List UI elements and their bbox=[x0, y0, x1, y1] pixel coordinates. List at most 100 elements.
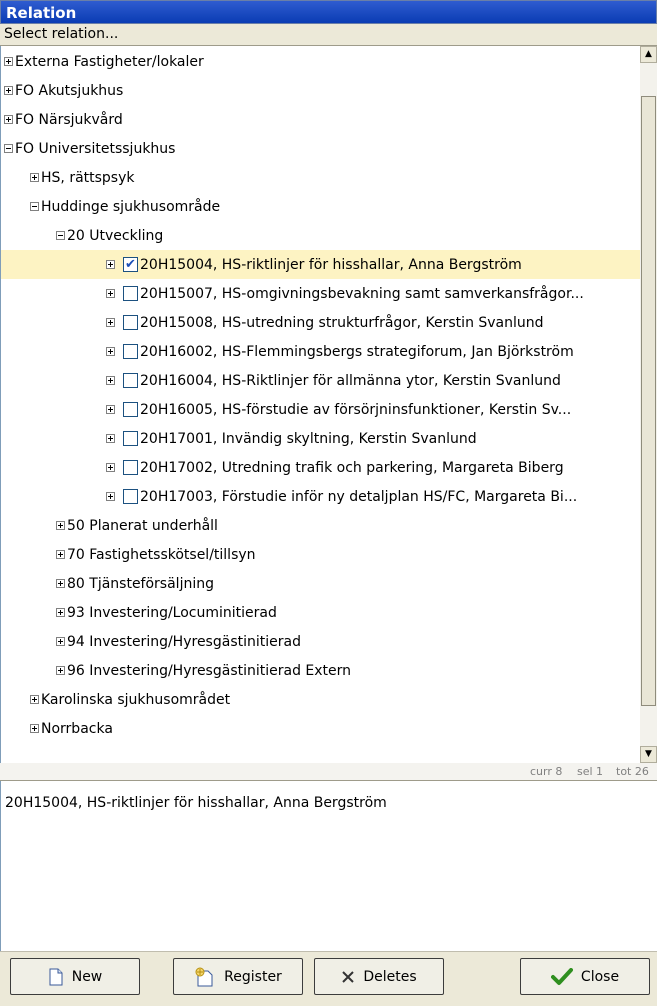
collapse-minus-icon[interactable] bbox=[30, 202, 39, 211]
tree-row[interactable]: 70 Fastighetsskötsel/tillsyn bbox=[1, 540, 657, 569]
tree-row[interactable]: 94 Investering/Hyresgästinitierad bbox=[1, 627, 657, 656]
expand-plus-icon[interactable] bbox=[56, 637, 65, 646]
document-icon bbox=[49, 968, 63, 985]
expand-plus-icon[interactable] bbox=[106, 376, 115, 385]
close-button-label: Close bbox=[580, 968, 620, 985]
expand-plus-icon[interactable] bbox=[106, 289, 115, 298]
register-button[interactable]: Register bbox=[173, 958, 303, 995]
tree-row[interactable]: HS, rättspsyk bbox=[1, 163, 657, 192]
tree-row-label: FO Akutsjukhus bbox=[15, 82, 124, 99]
tree-row[interactable]: Karolinska sjukhusområdet bbox=[1, 685, 657, 714]
expand-plus-icon[interactable] bbox=[4, 57, 13, 66]
expand-plus-icon[interactable] bbox=[106, 260, 115, 269]
select-relation-prompt: Select relation... bbox=[0, 24, 657, 46]
tree-row[interactable]: 50 Planerat underhåll bbox=[1, 511, 657, 540]
tree-row-label: FO Universitetssjukhus bbox=[15, 140, 176, 157]
tree-row[interactable]: 20H17001, Invändig skyltning, Kerstin Sv… bbox=[1, 424, 657, 453]
expand-plus-icon[interactable] bbox=[4, 115, 13, 124]
expand-plus-icon[interactable] bbox=[56, 521, 65, 530]
tree-row[interactable]: FO Universitetssjukhus bbox=[1, 134, 644, 163]
tree-row-label: 50 Planerat underhåll bbox=[67, 517, 218, 534]
expand-plus-icon[interactable] bbox=[106, 434, 115, 443]
checkbox-unchecked[interactable] bbox=[123, 431, 138, 446]
new-button-label: New bbox=[71, 968, 103, 985]
tree-row-label: 20H15007, HS-omgivningsbevakning samt sa… bbox=[140, 285, 584, 302]
tree-row[interactable]: FO Närsjukvård bbox=[1, 105, 644, 134]
tree-row[interactable]: 20H16005, HS-förstudie av försörjninsfun… bbox=[1, 395, 657, 424]
tree-row-label: 20H17003, Förstudie inför ny detaljplan … bbox=[140, 488, 578, 505]
tree-row[interactable]: Externa Fastigheter/lokaler bbox=[1, 47, 644, 76]
tree-row[interactable]: 20H17002, Utredning trafik och parkering… bbox=[1, 453, 657, 482]
status-curr: curr 8 bbox=[530, 765, 563, 778]
scrollbar-thumb[interactable] bbox=[641, 96, 656, 706]
tree-row-label: Norrbacka bbox=[41, 720, 113, 737]
relation-description: 20H15004, HS-riktlinjer för hisshallar, … bbox=[0, 781, 657, 951]
status-sel: sel 1 bbox=[577, 765, 604, 778]
expand-plus-icon[interactable] bbox=[30, 695, 39, 704]
expand-plus-icon[interactable] bbox=[106, 318, 115, 327]
tree-row-label: 20H17002, Utredning trafik och parkering… bbox=[140, 459, 564, 476]
tree-row[interactable]: 20 Utveckling bbox=[1, 221, 657, 250]
tree-row-label: 96 Investering/Hyresgästinitierad Extern bbox=[67, 662, 352, 679]
expand-plus-icon[interactable] bbox=[56, 579, 65, 588]
checkbox-checked[interactable]: ✔ bbox=[123, 257, 138, 272]
expand-plus-icon[interactable] bbox=[106, 405, 115, 414]
tree-row-label: 70 Fastighetsskötsel/tillsyn bbox=[67, 546, 256, 563]
checkbox-unchecked[interactable] bbox=[123, 315, 138, 330]
register-button-label: Register bbox=[224, 968, 282, 985]
expand-plus-icon[interactable] bbox=[106, 347, 115, 356]
checkbox-unchecked[interactable] bbox=[123, 402, 138, 417]
collapse-minus-icon[interactable] bbox=[56, 231, 65, 240]
tree-row[interactable]: 20H16004, HS-Riktlinjer för allmänna yto… bbox=[1, 366, 657, 395]
tree-row-label: FO Närsjukvård bbox=[15, 111, 123, 128]
checkbox-unchecked[interactable] bbox=[123, 286, 138, 301]
collapse-minus-icon[interactable] bbox=[4, 144, 13, 153]
status-tot: tot 26 bbox=[616, 765, 649, 778]
checkmark-icon bbox=[550, 967, 573, 985]
expand-plus-icon[interactable] bbox=[106, 492, 115, 501]
tree-status-bar: curr 8 sel 1 tot 26 bbox=[0, 763, 657, 781]
tree-vertical-scrollbar[interactable]: ▲ ▼ bbox=[640, 46, 657, 763]
tree-row-label: 94 Investering/Hyresgästinitierad bbox=[67, 633, 301, 650]
close-button[interactable]: Close bbox=[520, 958, 650, 995]
tree-row[interactable]: ✔ 20H15004, HS-riktlinjer för hisshallar,… bbox=[1, 250, 657, 279]
expand-plus-icon[interactable] bbox=[4, 86, 13, 95]
scroll-down-arrow-icon[interactable]: ▼ bbox=[640, 746, 657, 763]
expand-plus-icon[interactable] bbox=[106, 463, 115, 472]
scroll-up-arrow-icon[interactable]: ▲ bbox=[640, 46, 657, 63]
tree-row-label: Karolinska sjukhusområdet bbox=[41, 691, 231, 708]
tree-row[interactable]: 96 Investering/Hyresgästinitierad Extern bbox=[1, 656, 657, 685]
tree-row[interactable]: Huddinge sjukhusområde bbox=[1, 192, 657, 221]
expand-plus-icon[interactable] bbox=[30, 724, 39, 733]
tree-row-label: 20H15008, HS-utredning strukturfrågor, K… bbox=[140, 314, 544, 331]
deletes-button-label: Deletes bbox=[363, 968, 417, 985]
tree-row[interactable]: FO Akutsjukhus bbox=[1, 76, 644, 105]
relation-tree[interactable]: Externa Fastigheter/lokaler FO Akutsjukhu… bbox=[0, 46, 657, 763]
expand-plus-icon[interactable] bbox=[56, 550, 65, 559]
expand-plus-icon[interactable] bbox=[56, 666, 65, 675]
tree-row[interactable]: 20H16002, HS-Flemmingsbergs strategiforu… bbox=[1, 337, 657, 366]
tree-row[interactable]: 20H15007, HS-omgivningsbevakning samt sa… bbox=[1, 279, 657, 308]
checkbox-unchecked[interactable] bbox=[123, 344, 138, 359]
deletes-button[interactable]: Deletes bbox=[314, 958, 444, 995]
tree-row[interactable]: 20H17003, Förstudie inför ny detaljplan … bbox=[1, 482, 657, 511]
checkbox-unchecked[interactable] bbox=[123, 373, 138, 388]
tree-row[interactable]: 80 Tjänsteförsäljning bbox=[1, 569, 657, 598]
tree-row-label: 93 Investering/Locuminitierad bbox=[67, 604, 277, 621]
expand-plus-icon[interactable] bbox=[30, 173, 39, 182]
checkbox-unchecked[interactable] bbox=[123, 489, 138, 504]
tree-row[interactable]: Norrbacka bbox=[1, 714, 657, 743]
checkbox-unchecked[interactable] bbox=[123, 460, 138, 475]
tree-row[interactable]: 20H15008, HS-utredning strukturfrågor, K… bbox=[1, 308, 657, 337]
new-button[interactable]: New bbox=[10, 958, 140, 995]
window-title: Relation bbox=[0, 0, 657, 24]
tree-row-label: Externa Fastigheter/lokaler bbox=[15, 53, 204, 70]
tree-row-label: 20H17001, Invändig skyltning, Kerstin Sv… bbox=[140, 430, 477, 447]
expand-plus-icon[interactable] bbox=[56, 608, 65, 617]
tree-row-label: HS, rättspsyk bbox=[41, 169, 135, 186]
tree-row-label: Huddinge sjukhusområde bbox=[41, 198, 221, 215]
register-icon bbox=[195, 967, 213, 986]
tree-row-label: 80 Tjänsteförsäljning bbox=[67, 575, 214, 592]
tree-row-label: 20 Utveckling bbox=[67, 227, 164, 244]
tree-row[interactable]: 93 Investering/Locuminitierad bbox=[1, 598, 657, 627]
